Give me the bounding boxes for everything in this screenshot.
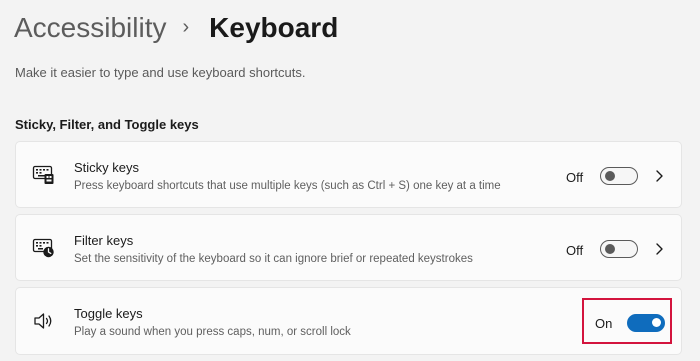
breadcrumb-accessibility-link[interactable]: Accessibility bbox=[14, 8, 166, 48]
page-title: Keyboard bbox=[209, 12, 339, 43]
toggle-keys-title: Toggle keys bbox=[74, 306, 143, 321]
filter-keys-state-label: Off bbox=[566, 243, 584, 258]
toggle-knob bbox=[605, 244, 615, 254]
toggle-keys-description: Play a sound when you press caps, num, o… bbox=[74, 326, 351, 338]
sticky-keys-state-label: Off bbox=[566, 170, 584, 185]
section-title: Sticky, Filter, and Toggle keys bbox=[15, 117, 199, 132]
speaker-icon bbox=[32, 310, 56, 332]
sticky-keys-title: Sticky keys bbox=[74, 160, 140, 175]
chevron-right-icon[interactable] bbox=[653, 169, 665, 183]
filter-keys-setting[interactable]: Filter keys Set the sensitivity of the k… bbox=[15, 214, 682, 281]
filter-keys-toggle[interactable] bbox=[600, 240, 638, 258]
sticky-keys-toggle[interactable] bbox=[600, 167, 638, 185]
breadcrumb-separator: › bbox=[182, 16, 190, 38]
keyboard-filter-icon bbox=[32, 237, 56, 259]
keyboard-sticky-icon bbox=[32, 164, 56, 186]
page-subtitle: Make it easier to type and use keyboard … bbox=[15, 65, 306, 80]
filter-keys-title: Filter keys bbox=[74, 233, 134, 248]
chevron-right-icon[interactable] bbox=[653, 242, 665, 256]
sticky-keys-setting[interactable]: Sticky keys Press keyboard shortcuts tha… bbox=[15, 141, 682, 208]
breadcrumb: Accessibility › Keyboard bbox=[14, 8, 338, 48]
sticky-keys-description: Press keyboard shortcuts that use multip… bbox=[74, 180, 501, 192]
filter-keys-description: Set the sensitivity of the keyboard so i… bbox=[74, 253, 473, 265]
toggle-knob bbox=[605, 171, 615, 181]
highlight-box bbox=[582, 298, 672, 344]
